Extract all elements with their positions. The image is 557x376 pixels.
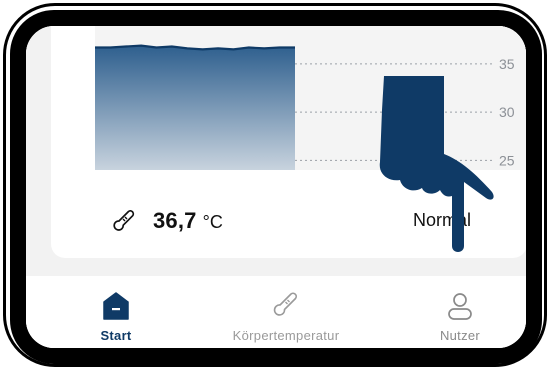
thermometer-icon xyxy=(113,210,135,231)
app-screen: 40 35 30 25 36,7 °C Normal Start Körpert… xyxy=(26,26,526,348)
temperature-reading: 36,7 °C xyxy=(111,206,223,236)
temperature-unit: °C xyxy=(202,212,223,232)
app-window: 40 35 30 25 36,7 °C Normal Start Körpert… xyxy=(0,0,557,376)
tab-start[interactable]: Start xyxy=(36,290,196,343)
temperature-status: Normal xyxy=(412,210,471,230)
temperature-area xyxy=(95,45,295,170)
y-tick-label: 40 xyxy=(499,10,515,24)
y-tick-label: 25 xyxy=(499,152,515,168)
user-icon xyxy=(448,293,472,320)
thermometer-icon xyxy=(273,292,297,316)
tab-koerpertemperatur[interactable]: Körpertemperatur xyxy=(206,290,366,343)
home-icon xyxy=(103,292,129,320)
bottom-navigation: Start Körpertemperatur Nutzer xyxy=(26,276,526,348)
tab-koerpertemperatur-label: Körpertemperatur xyxy=(232,328,340,343)
tab-nutzer[interactable]: Nutzer xyxy=(380,290,526,343)
tab-start-label: Start xyxy=(100,328,132,343)
y-tick-label: 30 xyxy=(499,104,515,120)
tab-nutzer-label: Nutzer xyxy=(439,328,481,343)
device-frame: 40 35 30 25 36,7 °C Normal Start Körpert… xyxy=(10,10,542,364)
temperature-card[interactable]: 40 35 30 25 36,7 °C Normal xyxy=(51,26,526,258)
y-tick-label: 35 xyxy=(499,56,515,72)
temperature-chart: 40 35 30 25 xyxy=(95,10,526,170)
temperature-value: 36,7 xyxy=(153,208,197,233)
